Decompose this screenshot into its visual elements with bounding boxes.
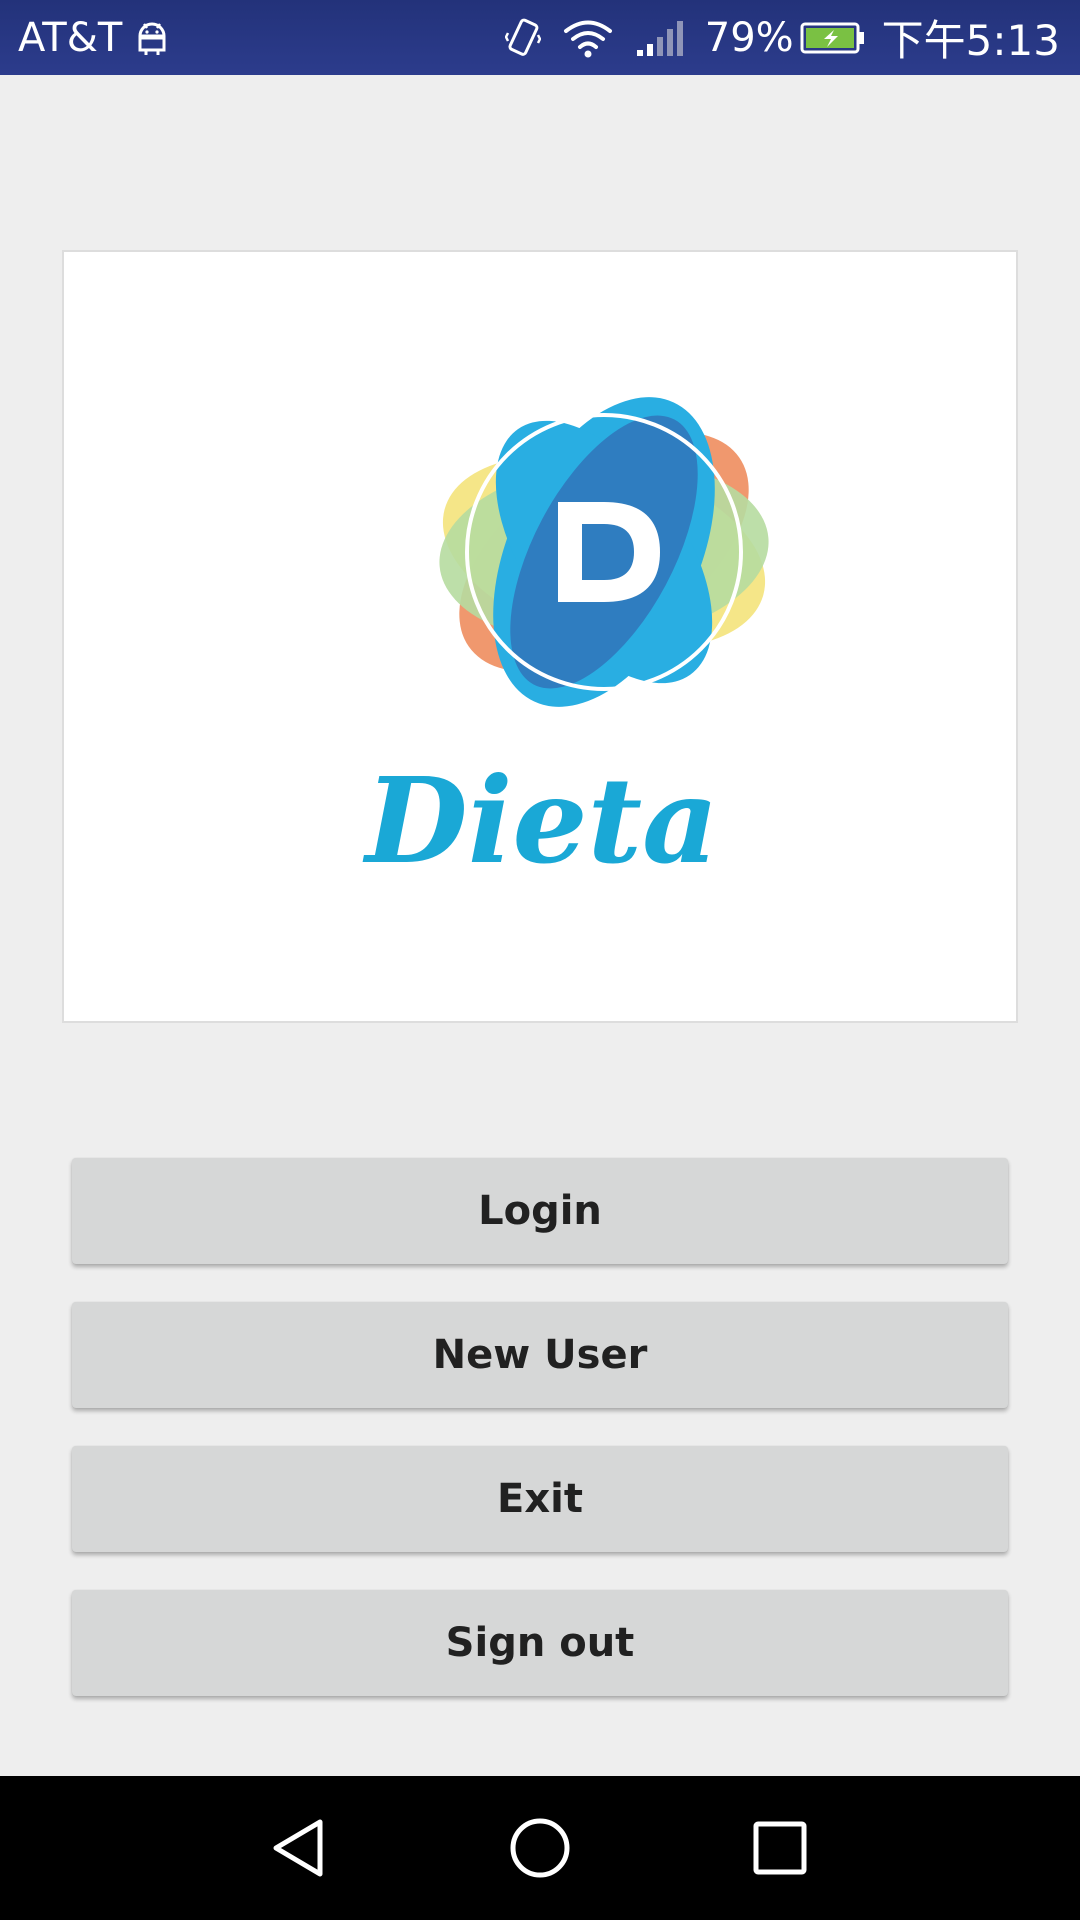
battery-percent: 79% (704, 14, 794, 61)
status-left: AT&T (18, 0, 172, 75)
login-button[interactable]: Login (72, 1158, 1008, 1264)
signal-icon (636, 20, 683, 56)
screen: AT&T 79% 下午5:13 Dieta Login New User Exi… (0, 0, 1080, 1920)
battery-charging-icon (800, 22, 864, 53)
wifi-icon (563, 20, 612, 57)
home-icon[interactable] (492, 1800, 588, 1896)
logo-card: Dieta (62, 250, 1018, 1023)
dieta-logo-mark (439, 397, 769, 707)
back-icon[interactable] (252, 1800, 348, 1896)
status-bar: AT&T 79% 下午5:13 (0, 0, 1080, 75)
navigation-bar (0, 1776, 1080, 1920)
status-right: 79% 下午5:13 (483, 0, 1060, 75)
android-debug-icon (138, 22, 166, 55)
sign-out-button[interactable]: Sign out (72, 1590, 1008, 1696)
vibrate-icon (504, 18, 541, 56)
recent-apps-icon[interactable] (732, 1800, 828, 1896)
carrier-label: AT&T (18, 14, 123, 61)
exit-button[interactable]: Exit (72, 1446, 1008, 1552)
new-user-button[interactable]: New User (72, 1302, 1008, 1408)
dieta-wordmark: Dieta (365, 751, 719, 890)
clock: 下午5:13 (881, 16, 1060, 65)
